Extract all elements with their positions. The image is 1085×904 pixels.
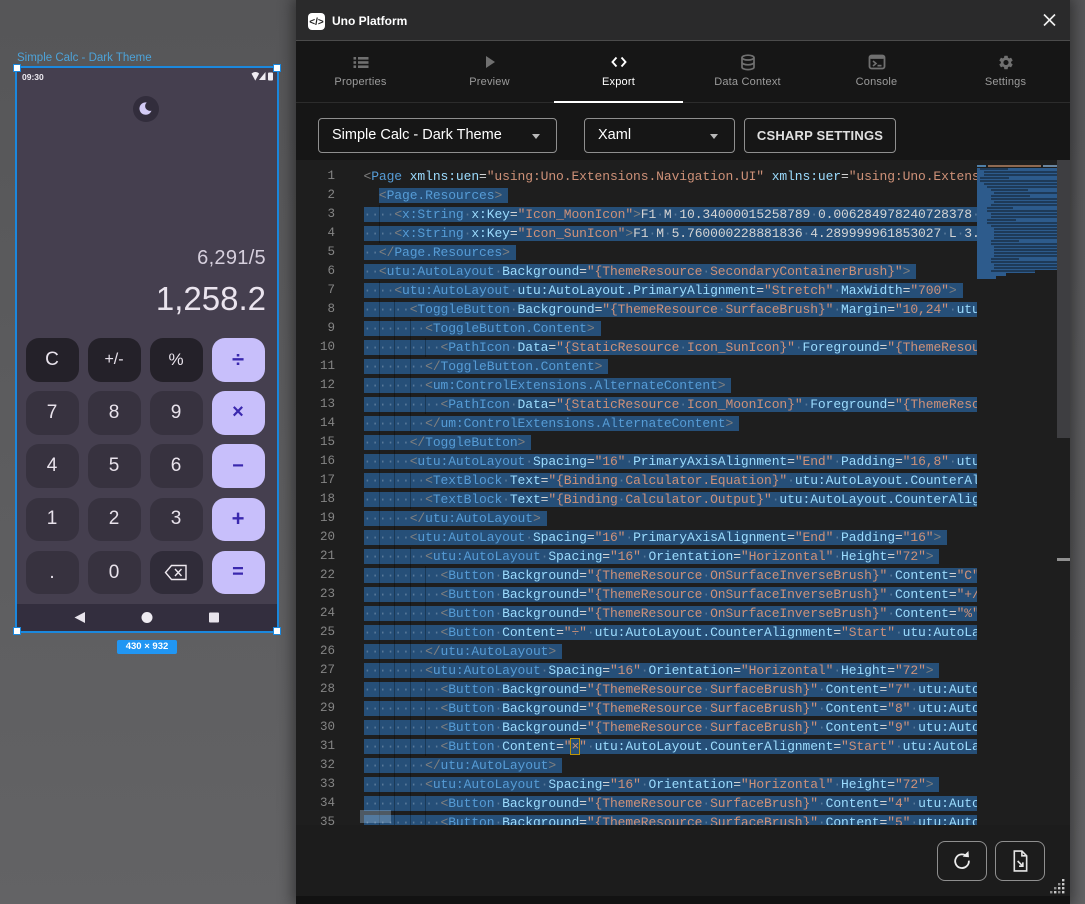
svg-text:</>: </> bbox=[309, 17, 324, 28]
